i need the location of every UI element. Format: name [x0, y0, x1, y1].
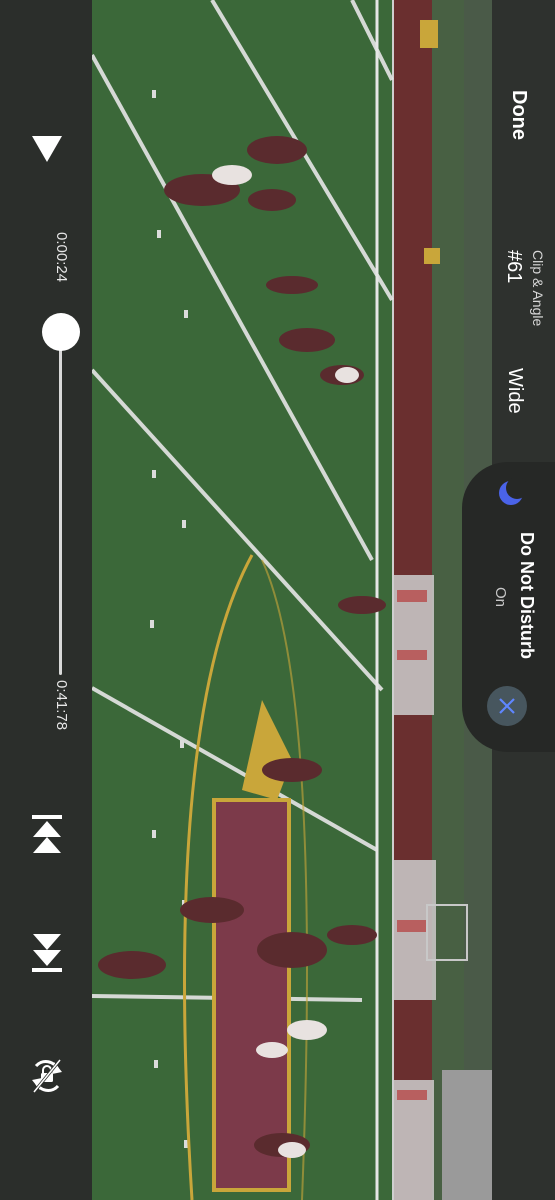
- dnd-title: Do Not Disturb: [517, 532, 537, 659]
- next-clip-button[interactable]: [30, 932, 64, 972]
- current-time: 0:00:24: [53, 232, 70, 283]
- video-frame[interactable]: [92, 0, 492, 1200]
- play-icon: [32, 136, 62, 162]
- scrubber-track[interactable]: [59, 330, 62, 675]
- total-time: 0:41:78: [53, 680, 70, 731]
- rotation-lock-icon: [32, 1059, 62, 1093]
- previous-clip-button[interactable]: [30, 815, 64, 853]
- moon-icon: [499, 478, 526, 505]
- clip-number: #61: [503, 250, 525, 284]
- angle-value[interactable]: Wide: [503, 368, 526, 414]
- play-button[interactable]: [30, 134, 64, 168]
- skip-back-icon: [32, 815, 62, 853]
- lacrosse-field-scene: [92, 0, 492, 1200]
- scrubber-thumb[interactable]: [42, 312, 80, 351]
- clip-angle-label: Clip & Angle: [530, 250, 546, 327]
- close-icon: [499, 698, 515, 714]
- skip-forward-icon: [32, 934, 62, 972]
- player-controls: 0:00:24 0:41:78: [0, 0, 92, 1200]
- close-button[interactable]: [487, 686, 527, 726]
- dnd-status: On: [492, 587, 509, 608]
- rotation-lock-button[interactable]: [30, 1056, 64, 1093]
- done-button[interactable]: Done: [507, 90, 530, 140]
